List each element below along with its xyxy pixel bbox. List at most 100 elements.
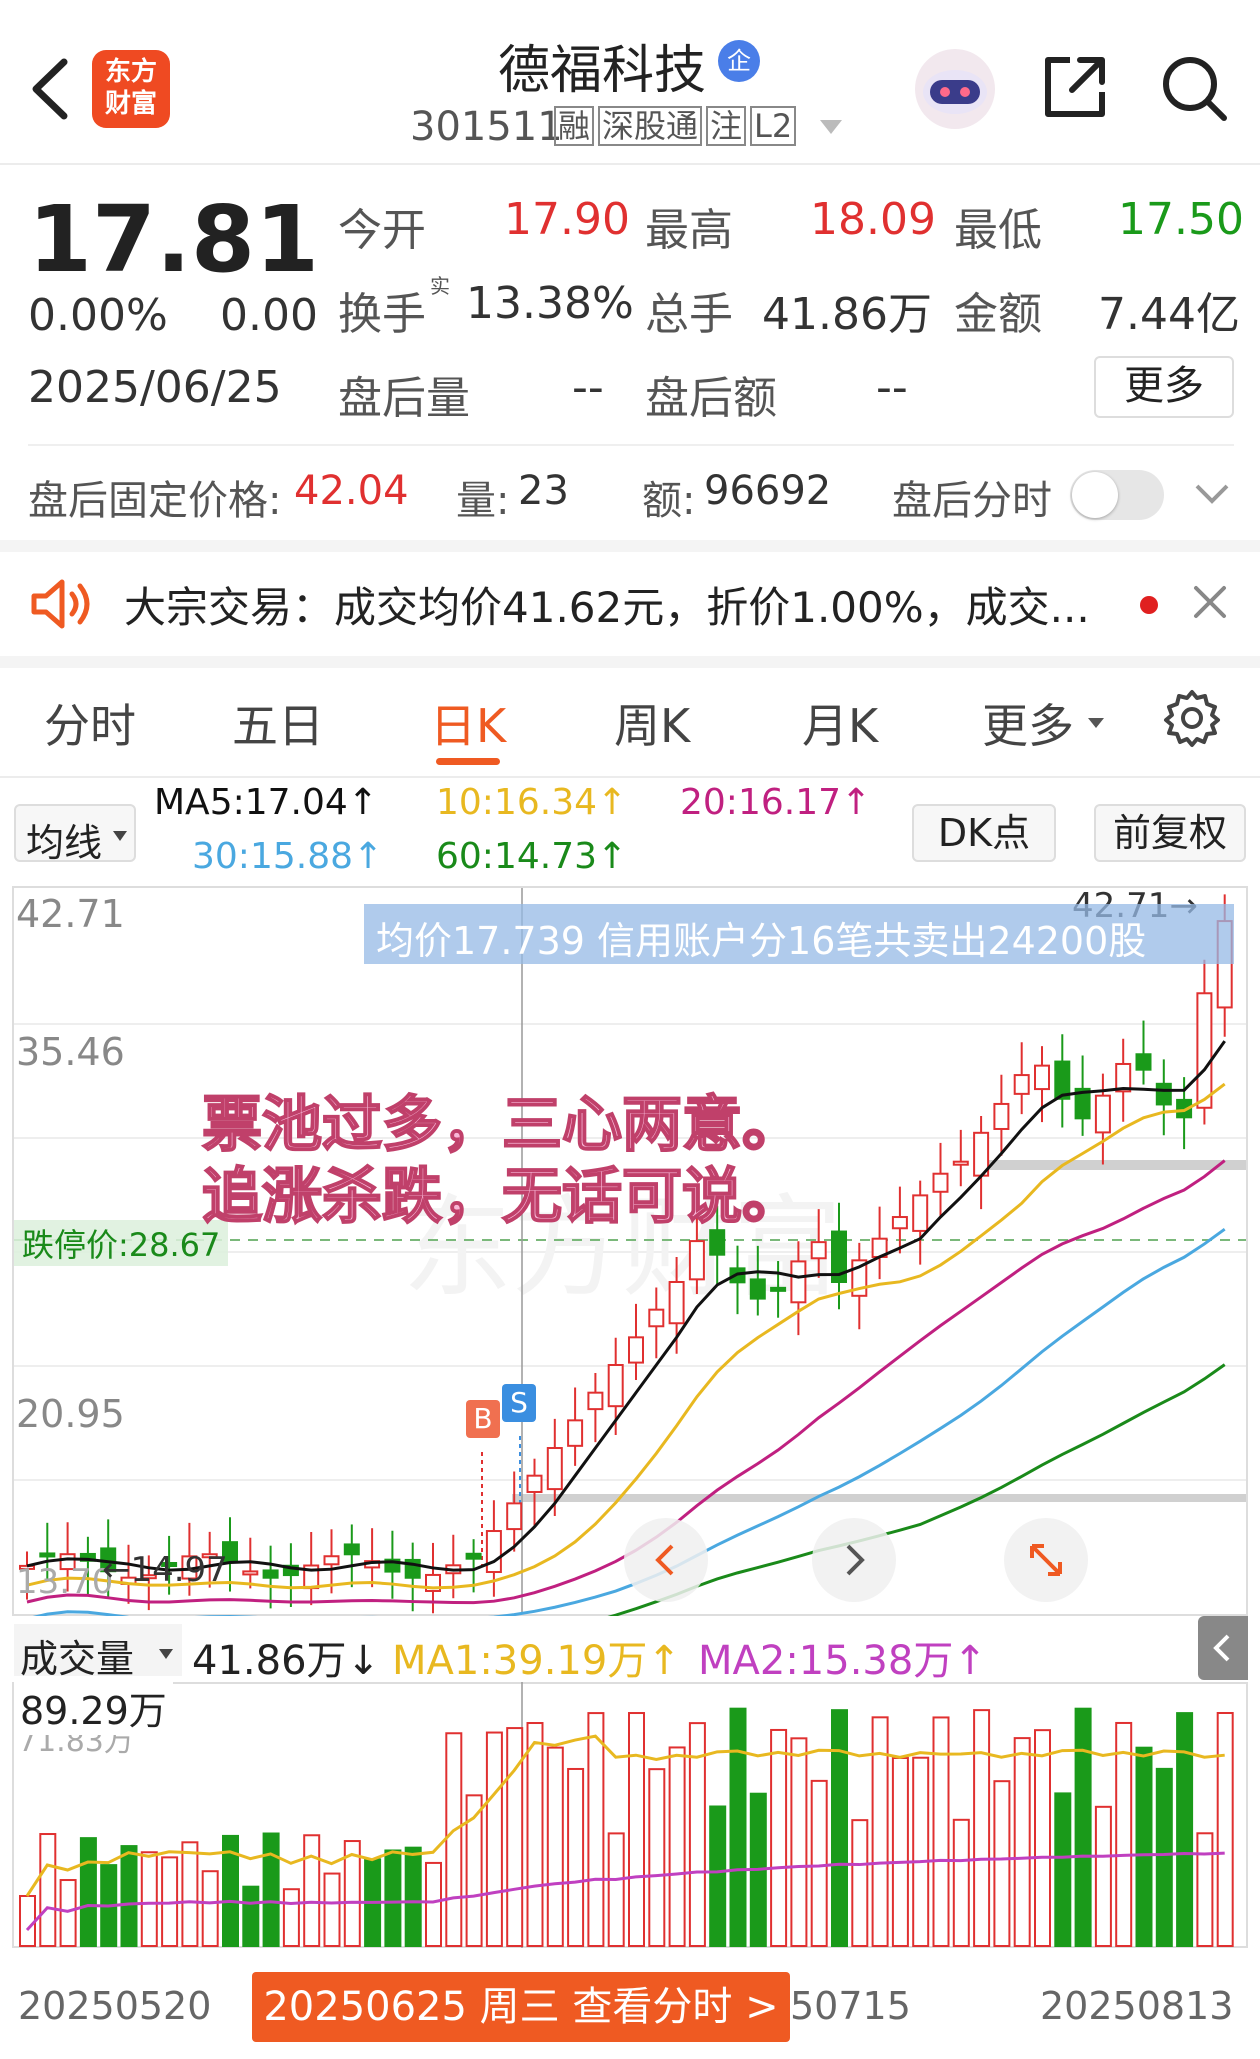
dropdown-arrow-icon: [1088, 718, 1104, 728]
change-abs: 0.00: [220, 290, 318, 341]
close-icon[interactable]: [1190, 582, 1230, 622]
share-icon[interactable]: [1040, 52, 1110, 122]
volume-bar: [1074, 1707, 1092, 1947]
crosshair-date-button[interactable]: 20250625 周三 查看分时 >: [252, 1972, 790, 2042]
volume-value: 41.86万: [762, 289, 932, 340]
candle-body: [770, 1286, 787, 1292]
tab-monthly-k[interactable]: 月K: [802, 690, 878, 756]
candle-body: [526, 1474, 543, 1493]
volume-selector[interactable]: 成交量: [14, 1624, 182, 1681]
chevron-down-icon[interactable]: [1194, 482, 1230, 506]
buy-marker[interactable]: B: [466, 1400, 500, 1438]
tab-daily-k[interactable]: 日K: [430, 690, 506, 756]
collapse-arrow-icon: [1213, 1634, 1230, 1662]
volume-bar: [546, 1746, 564, 1947]
min-price-marker: ←14.97: [102, 1550, 228, 1590]
volume-bar: [1135, 1746, 1153, 1947]
y-label-bottom: 13.70: [16, 1562, 114, 1602]
turnover-value: 13.38%: [466, 278, 634, 329]
ah-timeshare-label: 盘后分时: [892, 478, 1052, 524]
stock-code: 301511: [410, 104, 563, 150]
tag-registered: 注: [706, 106, 747, 146]
section-gap: [0, 540, 1260, 552]
next-arrow-icon: [846, 1544, 865, 1576]
tooltip-text: 均价17.739 信用账户分16笔共卖出24200股: [376, 919, 1147, 963]
candle-body: [952, 1160, 969, 1166]
robot-avatar-icon[interactable]: [912, 46, 998, 132]
next-arrow-button[interactable]: [812, 1518, 896, 1602]
volume-bar: [1054, 1792, 1072, 1947]
volume-bar: [770, 1728, 788, 1947]
volume-bar: [912, 1756, 930, 1947]
low-label: 最低: [954, 205, 1042, 256]
candle-body: [546, 1447, 563, 1491]
last-price: 17.81: [28, 186, 320, 293]
y-label-4: 20.95: [16, 1392, 125, 1436]
volume-bar: [303, 1834, 321, 1948]
candle-body: [39, 1552, 56, 1558]
limit-down-label: 跌停价:28.67: [14, 1220, 229, 1266]
volume-panel[interactable]: 成交量 41.86万↓ MA1:39.19万↑ MA2:15.38万↑ 71.8…: [12, 1616, 1248, 1982]
tag-margin: 融: [554, 106, 595, 146]
volume-bar: [39, 1833, 57, 1947]
adjust-button[interactable]: 前复权: [1094, 804, 1246, 862]
volume-bar: [384, 1849, 402, 1947]
dropdown-arrow-icon[interactable]: [818, 118, 844, 136]
volume-selector-label: 成交量: [20, 1637, 135, 1681]
volume-bar: [1034, 1729, 1051, 1948]
ah-amount-value: --: [876, 362, 908, 413]
volume-bar: [567, 1767, 585, 1947]
volume-bar: [993, 1780, 1011, 1947]
volume-bar: [242, 1885, 260, 1947]
ma10-value: 10:16.34↑: [436, 782, 628, 823]
kline-chart[interactable]: 东方财富 42.71 35.46 20.95 13.70 跌停价:28.67 4…: [12, 886, 1248, 1616]
volume-max-label: 89.29万: [14, 1680, 173, 1735]
x-date-mid: 50715: [790, 1984, 911, 2028]
volume-bar: [1013, 1737, 1031, 1947]
candle-body: [506, 1502, 523, 1531]
volume-bar: [1196, 1832, 1214, 1947]
stock-tags: 融 深股通 注 L2: [554, 106, 797, 146]
dk-point-button[interactable]: DK点: [912, 804, 1056, 862]
candle-body: [810, 1241, 827, 1260]
toggle-knob: [1072, 472, 1118, 518]
collapse-button[interactable]: [1198, 1616, 1248, 1680]
quote-date: 2025/06/25: [28, 362, 282, 413]
tab-five-day[interactable]: 五日: [232, 690, 324, 756]
prev-arrow-icon: [655, 1544, 674, 1576]
settings-gear-icon[interactable]: [1162, 688, 1222, 748]
open-label: 今开: [338, 205, 426, 256]
volume-label: 总手: [645, 289, 733, 340]
ah-timeshare-toggle[interactable]: [1070, 470, 1164, 520]
expand-button[interactable]: [1004, 1518, 1088, 1602]
search-icon[interactable]: [1158, 52, 1230, 124]
high-value: 18.09: [810, 194, 936, 245]
y-label-2: 35.46: [16, 1030, 125, 1074]
candle-body: [668, 1280, 685, 1325]
tag-l2: L2: [750, 106, 797, 146]
ma-selector[interactable]: 均线: [14, 804, 136, 865]
turnover-label: 换手: [338, 289, 426, 340]
app-logo[interactable]: 东方 财富: [92, 50, 170, 128]
tab-weekly-k[interactable]: 周K: [614, 690, 690, 756]
more-quote-button[interactable]: 更多: [1094, 356, 1234, 418]
low-value: 17.50: [1118, 194, 1244, 245]
volume-bar: [485, 1731, 503, 1948]
sell-marker[interactable]: S: [502, 1384, 536, 1422]
block-trade-notice[interactable]: 大宗交易：成交均价41.62元，折价1.00%，成交...: [0, 552, 1260, 656]
tab-active-indicator: [436, 758, 500, 765]
candle-body: [648, 1308, 665, 1328]
volume-bar: [709, 1805, 727, 1948]
notice-dot: [1140, 596, 1158, 614]
fixed-price-value: 42.04: [294, 468, 409, 514]
tab-timeshare[interactable]: 分时: [44, 690, 136, 756]
tab-more[interactable]: 更多: [982, 690, 1074, 756]
ma30-value: 30:15.88↑: [192, 836, 384, 877]
dk-point-label: DK点: [937, 811, 1031, 855]
volume-svg: [12, 1682, 1248, 1948]
volume-bar: [932, 1716, 950, 1947]
open-value: 17.90: [504, 194, 630, 245]
prev-arrow-button[interactable]: [624, 1518, 708, 1602]
back-icon[interactable]: [26, 56, 72, 122]
volume-bar: [1094, 1805, 1112, 1947]
